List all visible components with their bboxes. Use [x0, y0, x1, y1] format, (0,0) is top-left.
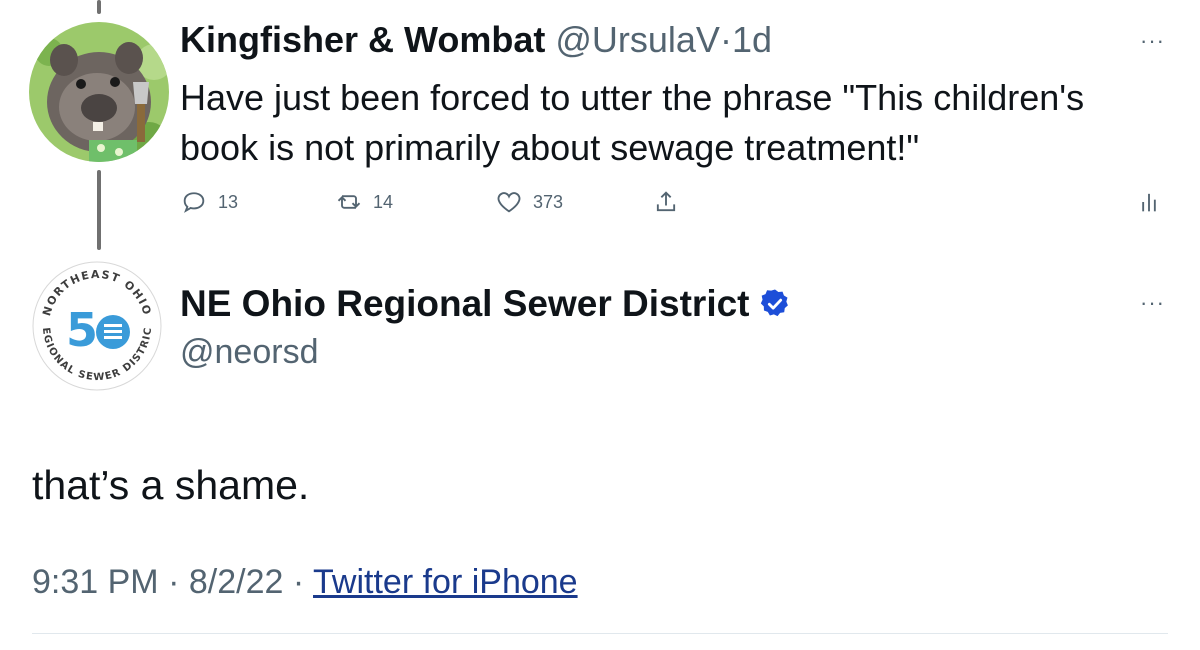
parent-action-bar: 13 14 373 — [180, 188, 1170, 224]
thread-line-connector — [97, 170, 101, 250]
reply-button[interactable]: 13 — [180, 188, 238, 216]
like-count: 373 — [533, 191, 564, 212]
divider — [32, 633, 1168, 634]
parent-tweet-header: Kingfisher & Wombat @UrsulaV·1d — [180, 18, 772, 62]
reply-count: 13 — [218, 191, 239, 212]
tweet-source-link[interactable]: Twitter for iPhone — [313, 563, 578, 601]
meta-separator: · — [168, 563, 180, 601]
reply-tweet-header: NE Ohio Regional Sewer District — [180, 282, 792, 326]
share-icon — [656, 191, 676, 212]
reply-tweet-meta: 9:31 PM · 8/2/22 · Twitter for iPhone — [32, 560, 578, 604]
reply-tweet-text: that’s a shame. — [32, 462, 310, 508]
parent-tweet-text: Have just been forced to utter the phras… — [180, 77, 1085, 168]
retweet-icon — [337, 195, 361, 209]
retweet-count: 14 — [373, 191, 394, 212]
reply-author-handle[interactable]: @neorsd — [180, 332, 318, 372]
share-button[interactable] — [652, 188, 680, 216]
thread-line-top — [97, 0, 101, 14]
retweet-button[interactable]: 14 — [335, 188, 393, 216]
parent-author-name[interactable]: Kingfisher & Wombat — [180, 19, 545, 60]
wombat-avatar-icon — [29, 22, 169, 162]
header-separator: · — [719, 19, 732, 60]
like-button[interactable]: 373 — [495, 188, 563, 216]
svg-text:5: 5 — [66, 303, 98, 357]
parent-avatar[interactable] — [29, 22, 169, 162]
parent-more-button[interactable]: ··· — [1140, 28, 1165, 54]
neorsd-50th-logo-icon: NORTHEAST OHIO REGIONAL SEWER DISTRICT 5 — [25, 250, 162, 391]
analytics-icon — [1142, 193, 1156, 212]
reply-more-button[interactable]: ··· — [1140, 290, 1165, 316]
meta-separator: · — [292, 563, 305, 601]
verified-badge-icon — [760, 289, 788, 317]
parent-tweet-age[interactable]: 1d — [732, 19, 772, 60]
parent-author-handle[interactable]: @UrsulaV — [555, 19, 720, 60]
analytics-button[interactable] — [1135, 188, 1163, 216]
reply-author-name[interactable]: NE Ohio Regional Sewer District — [180, 282, 750, 326]
heart-icon — [497, 192, 521, 213]
neorsd-avatar[interactable]: NORTHEAST OHIO REGIONAL SEWER DISTRICT 5 — [25, 250, 164, 393]
tweet-time[interactable]: 9:31 PM — [32, 563, 159, 601]
reply-icon — [183, 192, 205, 213]
tweet-date[interactable]: 8/2/22 — [189, 563, 284, 601]
